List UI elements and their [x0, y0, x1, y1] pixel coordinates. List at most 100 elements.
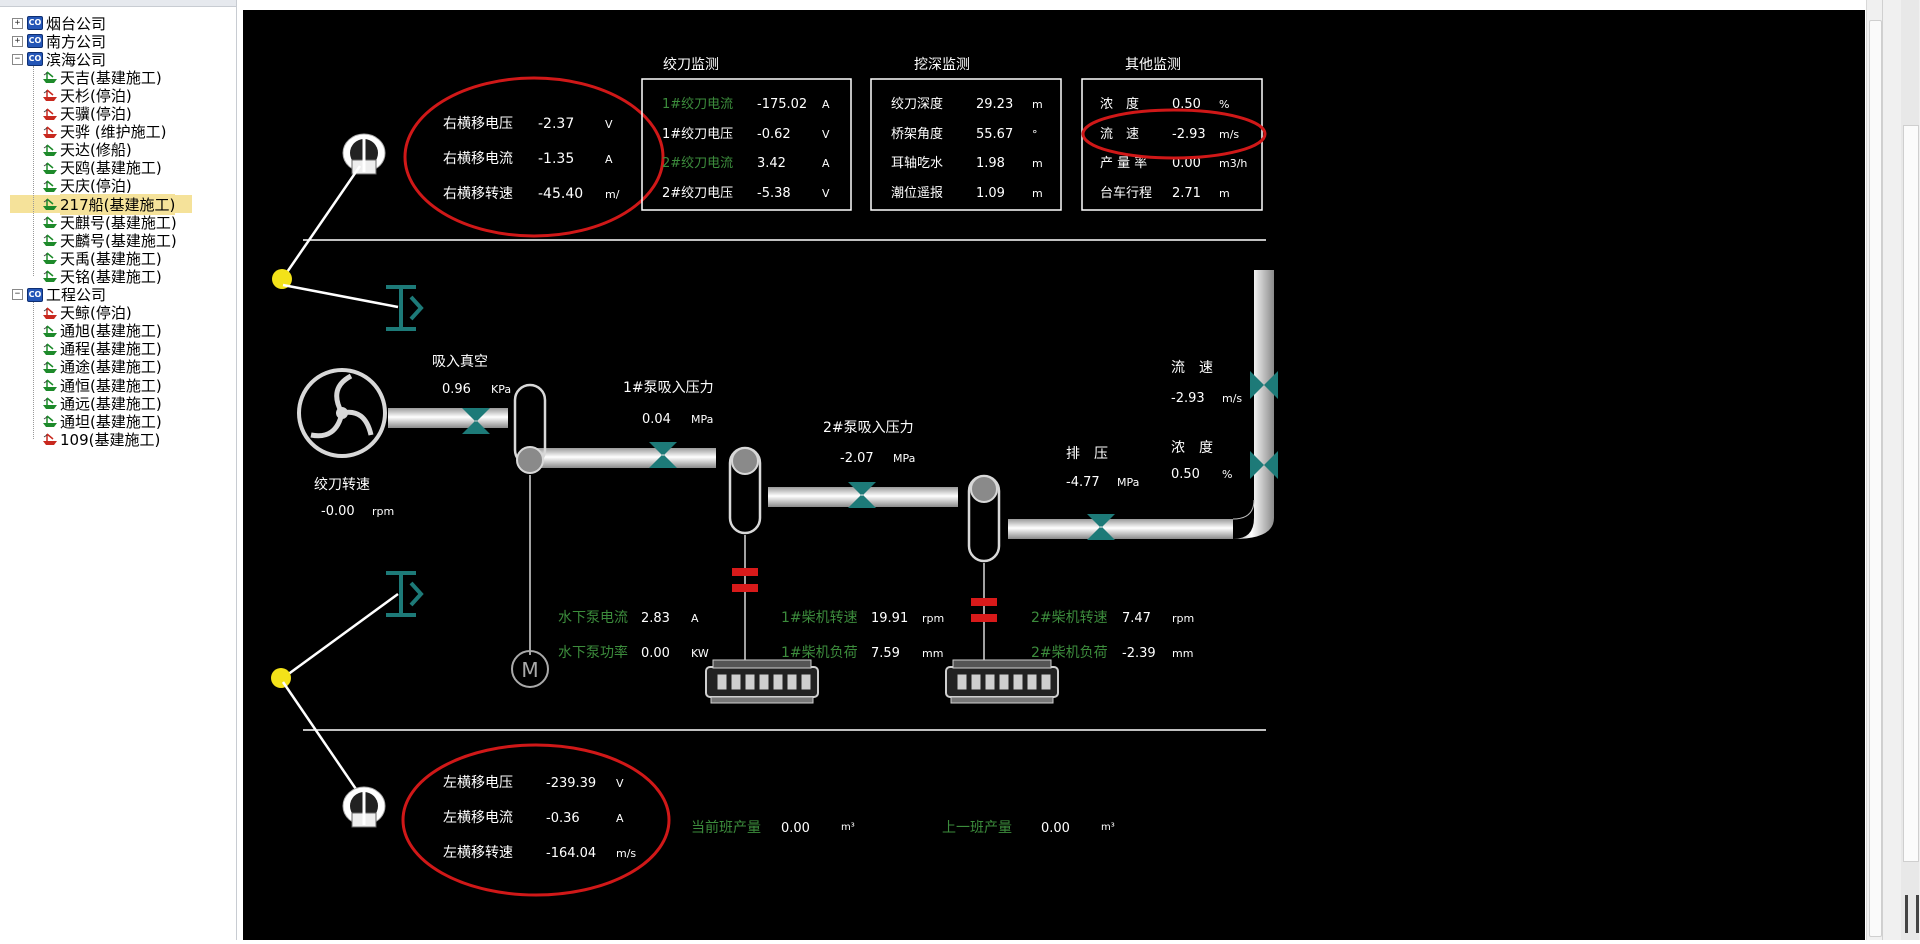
- carriage-travel-label: 台车行程: [1100, 185, 1152, 201]
- trunnion-draft-unit: m: [1032, 157, 1043, 170]
- cutter1-voltage-unit: V: [822, 128, 830, 141]
- ship-icon: [42, 306, 58, 320]
- left-speed-unit: m/s: [616, 847, 636, 860]
- tree-ship-item[interactable]: 通远(基建施工): [42, 394, 162, 413]
- tree-ship-item[interactable]: 109(基建施工): [42, 430, 160, 449]
- tree-expander-icon[interactable]: −: [12, 53, 23, 65]
- cutter1-current-label: 1#绞刀电流: [662, 96, 733, 112]
- right-current-value: -1.35: [538, 151, 574, 167]
- tree-ship-item[interactable]: 通程(基建施工): [42, 340, 162, 358]
- pump1-inlet-unit: MPa: [691, 413, 713, 426]
- riser-concentration-label: 浓 度: [1171, 440, 1213, 456]
- underwater-pump-power-label: 水下泵功率: [558, 644, 628, 661]
- previous-shift-output-label: 上一班产量: [942, 820, 1012, 836]
- tree-company-1[interactable]: + CO 南方公司: [12, 32, 106, 51]
- engine2-load-value: -2.39: [1122, 646, 1156, 661]
- engine1-load-unit: mm: [922, 647, 943, 660]
- cutter1-current-value: -175.02: [757, 97, 807, 112]
- cutter-speed-value: -0.00: [321, 504, 355, 519]
- canvas-scroll-thumb[interactable]: [1869, 20, 1882, 937]
- tree-ship-item[interactable]: 通旭(基建施工): [42, 322, 162, 340]
- tree-ship-item[interactable]: 天鸥(基建施工): [42, 159, 162, 177]
- tree-ship-item[interactable]: 天麟号(基建施工): [42, 231, 177, 250]
- riser-concentration-value: 0.50: [1171, 467, 1200, 482]
- left-anchor-cable: [281, 681, 362, 796]
- flow-speed-unit: m/s: [1219, 128, 1239, 141]
- current-shift-output-value: 0.00: [781, 821, 810, 836]
- tree-ship-item[interactable]: 天庆(停泊): [42, 177, 132, 195]
- engine1-speed-value: 19.91: [871, 611, 908, 626]
- concentration-unit: %: [1219, 98, 1229, 111]
- ship-icon: [42, 88, 58, 102]
- tree-ship-item[interactable]: 天吉(基建施工): [42, 68, 162, 87]
- outer-scroll-thumb[interactable]: [1903, 125, 1919, 862]
- motor-icon: M: [511, 650, 549, 688]
- tree-expander-icon[interactable]: −: [12, 289, 23, 300]
- underwater-pump-current-label: 水下泵电流: [558, 610, 628, 626]
- tide-level-value: 1.09: [976, 186, 1005, 201]
- tree-ship-item[interactable]: 通恒(基建施工): [42, 376, 162, 395]
- right-current-label: 右横移电流: [443, 151, 513, 167]
- left-current-value: -0.36: [546, 811, 580, 826]
- tree-expander-icon[interactable]: +: [12, 17, 23, 29]
- left-voltage-unit: V: [616, 777, 624, 790]
- cutter2-voltage-value: -5.38: [757, 186, 791, 201]
- ship-icon: [42, 378, 58, 392]
- company-icon: CO: [27, 52, 43, 67]
- tree-ship-item[interactable]: 天杉(停泊): [42, 86, 132, 105]
- ship-icon: [42, 414, 58, 428]
- tree-ship-item[interactable]: 通坦(基建施工): [42, 412, 162, 431]
- pump1-icon: [728, 446, 762, 535]
- outer-scroll-grip-icon[interactable]: [1905, 895, 1919, 933]
- tree-company-2[interactable]: − CO 滨海公司: [12, 50, 106, 69]
- underwater-pump-power-value: 0.00: [641, 646, 670, 661]
- ship-icon: [42, 179, 58, 193]
- cutter-monitor-title: 绞刀监测: [663, 56, 719, 73]
- riser-flow-speed-unit: m/s: [1222, 392, 1242, 405]
- diesel-engine1-icon: [705, 659, 819, 704]
- tree-company-3[interactable]: − CO 工程公司: [12, 286, 106, 304]
- underwater-pump-current-value: 2.83: [641, 611, 670, 626]
- cutter2-current-label: 2#绞刀电流: [662, 155, 733, 171]
- cutter-monitor-panel: 绞刀监测 1#绞刀电流 -175.02 A 1#绞刀电压 -0.62 V 2#绞…: [641, 56, 852, 211]
- riser-flow-speed-value: -2.93: [1171, 391, 1205, 406]
- left-anchor-link: [282, 592, 399, 680]
- riser-flow-speed-label: 流 速: [1171, 360, 1213, 376]
- ship-icon: [42, 197, 58, 211]
- left-current-label: 左横移电流: [443, 810, 513, 826]
- ship-icon: [42, 324, 58, 338]
- canvas-vertical-scrollbar[interactable]: [1866, 0, 1883, 940]
- pump1-inlet-value: 0.04: [642, 412, 671, 427]
- left-sheave-icon: [386, 571, 424, 617]
- cutter2-current-value: 3.42: [757, 156, 786, 171]
- engine2-speed-unit: rpm: [1172, 612, 1194, 625]
- tree-expander-icon[interactable]: +: [12, 35, 23, 47]
- right-speed-unit: m/: [605, 188, 620, 201]
- tree-ship-item[interactable]: 217船(基建施工): [10, 193, 192, 215]
- outer-scroll-panel: [1882, 0, 1920, 940]
- company-icon: CO: [27, 34, 43, 49]
- output-rate-unit: m3/h: [1219, 157, 1247, 170]
- cutter2-current-unit: A: [822, 157, 830, 170]
- cutter2-voltage-unit: V: [822, 187, 830, 200]
- suction-pipe: [388, 408, 508, 428]
- current-shift-output-label: 当前班产量: [691, 819, 761, 836]
- tree-ship-item[interactable]: 天麒号(基建施工): [42, 213, 177, 232]
- discharge-pressure-label: 排 压: [1066, 446, 1108, 462]
- tree-ship-item[interactable]: 天骅 (维护施工): [42, 123, 166, 141]
- discharge-pipe: [1008, 519, 1233, 539]
- tree-ship-item[interactable]: 天达(修船): [42, 141, 132, 159]
- tree-ship-item[interactable]: 天鲸(停泊): [42, 304, 132, 322]
- trunnion-draft-label: 耳轴吃水: [891, 155, 943, 171]
- left-voltage-value: -239.39: [546, 776, 596, 791]
- ship-icon: [42, 143, 58, 157]
- concentration-label: 浓 度: [1100, 96, 1139, 112]
- tree-company-0[interactable]: + CO 烟台公司: [12, 14, 106, 33]
- monitor-diagram: 右横移电压 -2.37 V 右横移电流 -1.35 A 右横移转速 -45.40…: [271, 56, 1278, 897]
- tree-ship-item[interactable]: 天骥(停泊): [42, 105, 132, 123]
- tree-panel-header: [0, 0, 236, 7]
- tree-ship-item[interactable]: 天禹(基建施工): [42, 249, 162, 268]
- tree-ship-item[interactable]: 通途(基建施工): [42, 358, 162, 376]
- tree-ship-item[interactable]: 天铭(基建施工): [42, 267, 162, 286]
- suction-vacuum-unit: KPa: [491, 383, 511, 396]
